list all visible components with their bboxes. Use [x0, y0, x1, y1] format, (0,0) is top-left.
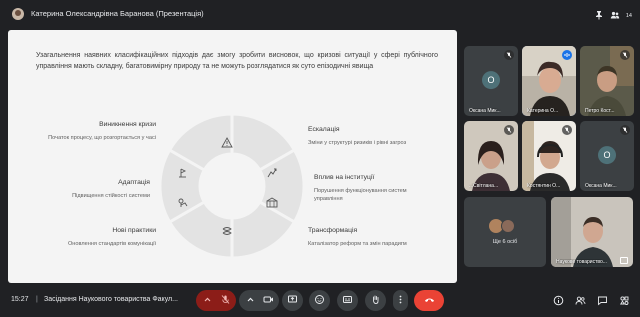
end-call-icon [424, 292, 435, 310]
participant-avatar: O [482, 71, 500, 90]
stage-title: Трансформація [308, 227, 358, 234]
separator: | [36, 296, 38, 303]
participant-tile[interactable]: Костянтин О... [522, 121, 576, 191]
meeting-info-icon[interactable] [553, 295, 564, 306]
more-options-button[interactable] [393, 290, 408, 311]
stage-desc: Зміни у структурі ризиків і рівні загроз [308, 140, 407, 146]
chat-icon[interactable] [597, 295, 608, 306]
top-bar: Катерина Олександрівна Баранова (Презент… [0, 0, 640, 28]
mic-toggle[interactable] [196, 290, 236, 311]
speaking-indicator-icon [562, 50, 572, 60]
more-participants-tile[interactable]: Ще 6 осіб [464, 197, 546, 267]
raise-hand-button[interactable] [365, 290, 386, 311]
people-icon[interactable] [575, 295, 586, 306]
participant-name: Катерина О... [527, 108, 559, 114]
participant-name: Костянтин О... [527, 183, 561, 189]
mic-off-icon [504, 50, 514, 60]
participant-name: Оксана Мик... [585, 183, 617, 189]
stage-desc: Підвищення стійкості системи [72, 193, 150, 199]
stage-desc: Каталізатор реформ та змін парадигм [308, 241, 407, 247]
meet-window: Катерина Олександрівна Баранова (Презент… [0, 0, 640, 317]
presentation-title: Катерина Олександрівна Баранова (Презент… [31, 9, 204, 18]
emoji-icon [314, 292, 325, 310]
leave-call-button[interactable] [414, 290, 444, 311]
participant-tile[interactable]: Наукове товариство... [551, 197, 633, 267]
captions-button[interactable] [337, 290, 358, 311]
participant-avatar: O [598, 146, 616, 165]
activities-icon[interactable] [619, 295, 630, 306]
chevron-up-icon[interactable] [202, 292, 213, 310]
participant-tile[interactable]: O Оксана Мик... [464, 46, 518, 116]
stage-desc: Початок процесу, що розгортається у часі [48, 135, 156, 141]
stage-title: Адаптація [118, 179, 150, 186]
participant-name: Наукове товариство... [556, 259, 607, 265]
slide-intro-text: Узагальнення наявних класифікаційних під… [36, 52, 438, 70]
participant-tile[interactable]: O Оксана Мик... [580, 121, 634, 191]
meeting-name: Засідання Наукового товариства Факул... [44, 296, 178, 303]
mic-off-icon [504, 125, 514, 135]
stage-desc: Порушення функціонування систем управлін… [314, 188, 407, 202]
screen-share-icon [620, 257, 628, 264]
stage-title: Виникнення кризи [99, 121, 156, 128]
participant-tile[interactable]: Петро Кост... [580, 46, 634, 116]
clock: 15:27 [11, 296, 29, 303]
stage-title: Нові практики [112, 227, 156, 234]
stage-desc: Оновлення стандартів комунікації [67, 241, 156, 247]
mic-off-icon [620, 50, 630, 60]
people-icon[interactable] [610, 7, 620, 25]
camera-icon[interactable] [263, 292, 274, 310]
present-screen-icon [287, 292, 298, 310]
participant-name: Петро Кост... [585, 108, 615, 114]
participant-tile-active[interactable]: Катерина О... [522, 46, 576, 116]
crisis-cycle-diagram [158, 112, 306, 260]
more-vert-icon [395, 292, 406, 310]
hand-icon [370, 292, 381, 310]
camera-toggle[interactable] [239, 290, 279, 311]
mic-off-icon [620, 125, 630, 135]
emoji-button[interactable] [309, 290, 330, 311]
captions-icon [342, 292, 353, 310]
stage-title: Вплив на інституції [314, 174, 375, 181]
pin-icon[interactable] [594, 7, 604, 25]
mic-off-icon[interactable] [220, 292, 231, 310]
top-right-controls: 14 [594, 7, 632, 25]
participant-tile[interactable]: ...Світлана... [464, 121, 518, 191]
bottom-bar: 15:27 | Засідання Наукового товариства Ф… [0, 286, 640, 317]
presentation-slide: Узагальнення наявних класифікаційних під… [8, 30, 457, 283]
mic-off-icon [562, 125, 572, 135]
stage-title: Ескалація [308, 126, 340, 133]
participant-avatar [501, 219, 515, 233]
more-participants-label: Ще 6 осіб [492, 239, 518, 245]
participant-name: ...Світлана... [469, 183, 499, 189]
present-button[interactable] [282, 290, 303, 311]
presenter-avatar [12, 8, 24, 20]
chevron-up-icon[interactable] [245, 292, 256, 310]
participant-name: Оксана Мик... [469, 108, 501, 114]
participants-count: 14 [625, 13, 632, 19]
